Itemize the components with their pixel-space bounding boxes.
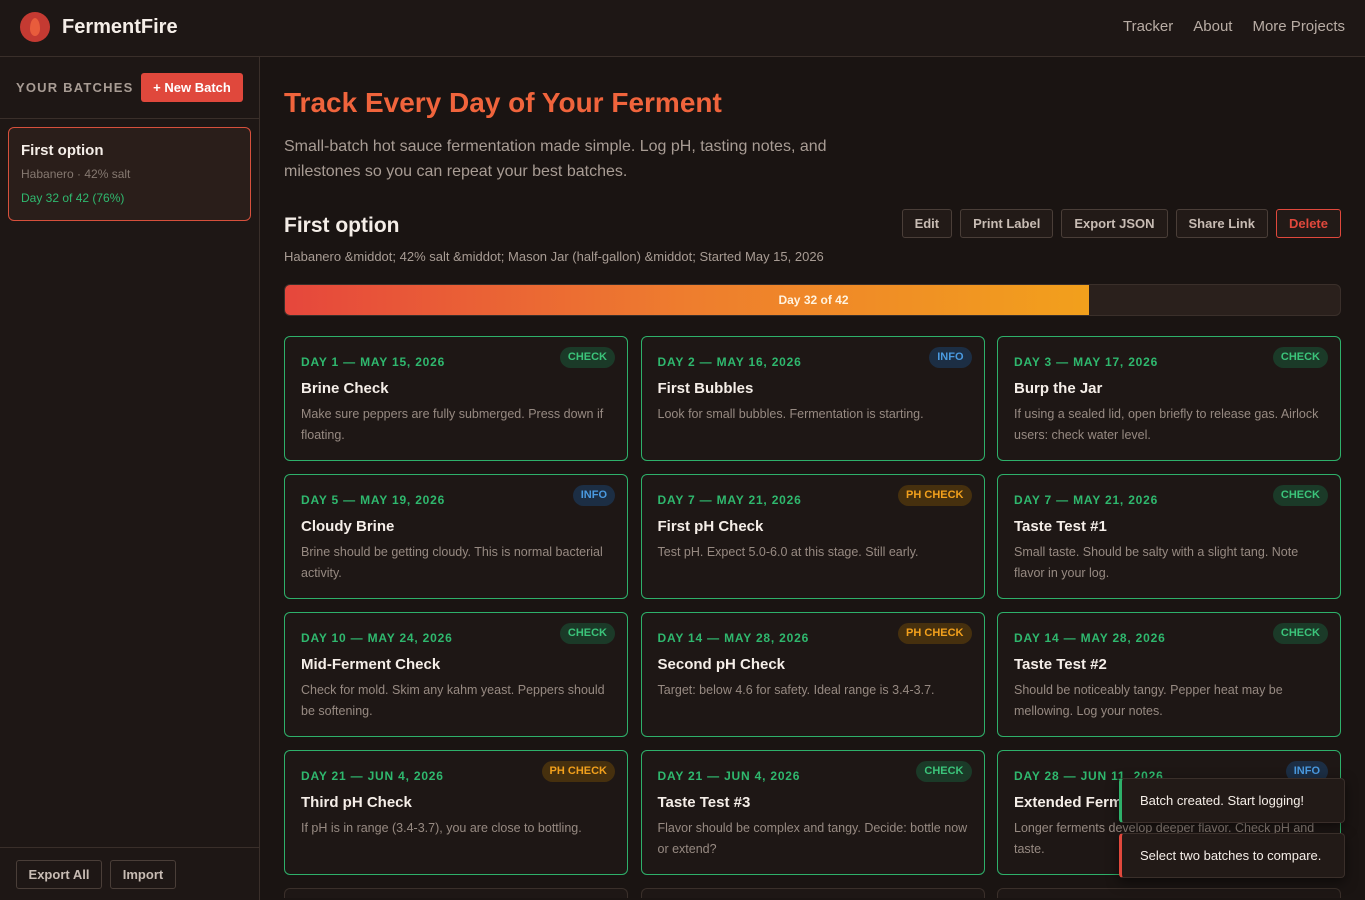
batch-item-meta: Habanero · 42% salt: [21, 167, 131, 181]
milestone-card[interactable]: INFO DAY 5 — MAY 19, 2026 Cloudy Brine Brin…: [284, 474, 628, 599]
milestone-type-badge: CHECK: [916, 761, 972, 782]
milestone-type-badge: CHECK: [1272, 347, 1328, 368]
milestone-title: Taste Test #1: [1014, 518, 1107, 535]
milestone-description: Brine should be getting cloudy. This is …: [301, 545, 603, 580]
milestone-description: Should be noticeably tangy. Pepper heat …: [1014, 683, 1283, 718]
sidebar-footer: Export All Import: [0, 847, 259, 900]
chili-logo-icon: [20, 12, 50, 42]
milestone-type-badge: CHECK: [559, 623, 615, 644]
milestone-card[interactable]: PH CHECK DAY 21 — JUN 4, 2026 Third pH Che…: [284, 750, 628, 875]
nav-more-projects[interactable]: More Projects: [1252, 18, 1345, 35]
nav-tracker[interactable]: Tracker: [1123, 18, 1173, 35]
progress-label: Day 32 of 42: [778, 293, 849, 307]
batch-progress-bar: Day 32 of 42: [284, 284, 1341, 316]
milestone-type-badge: INFO: [929, 347, 972, 368]
milestone-card[interactable]: CHECK DAY 7 — MAY 21, 2026 Taste Test #1 Sm…: [997, 474, 1341, 599]
toast-error[interactable]: Select two batches to compare.: [1119, 833, 1345, 878]
milestone-type-badge: CHECK: [1272, 623, 1328, 644]
milestone-type-badge: PH CHECK: [898, 485, 972, 506]
brand[interactable]: FermentFire: [20, 12, 178, 42]
share-link-button[interactable]: Share Link: [1175, 209, 1268, 238]
milestone-description: Check for mold. Skim any kahm yeast. Pep…: [301, 683, 605, 718]
milestone-card[interactable]: PH CHECK DAY 14 — MAY 28, 2026 Second pH C…: [640, 612, 985, 737]
milestone-title: Brine Check: [301, 380, 389, 397]
batch-actions: Edit Print Label Export JSON Share Link …: [901, 209, 1341, 238]
new-batch-button[interactable]: + New Batch: [141, 73, 243, 102]
milestone-card[interactable]: PH CHECK DAY 7 — MAY 21, 2026 First pH Che…: [640, 474, 985, 599]
hero-subtitle: Small-batch hot sauce fermentation made …: [284, 138, 827, 180]
milestone-card[interactable]: CHECK DAY 21 — JUN 4, 2026 Taste Test #3 Fl…: [640, 750, 985, 875]
export-all-button[interactable]: Export All: [16, 860, 102, 889]
milestone-type-badge: CHECK: [1272, 485, 1328, 506]
milestone-card[interactable]: CHECK DAY 10 — MAY 24, 2026 Mid-Ferment Ch…: [284, 612, 628, 737]
milestone-description: If using a sealed lid, open briefly to r…: [1014, 407, 1319, 442]
milestone-title: Second pH Check: [657, 656, 786, 673]
edit-button[interactable]: Edit: [901, 209, 953, 238]
milestone-description: Target: below 4.6 for safety. Ideal rang…: [657, 683, 935, 697]
milestone-description: If pH is in range (3.4-3.7), you are clo…: [301, 821, 582, 835]
milestone-title: Third pH Check: [301, 794, 412, 811]
milestone-date: DAY 2 — MAY 16, 2026: [657, 355, 802, 369]
sidebar-title: YOUR BATCHES: [16, 80, 134, 95]
milestone-card[interactable]: [640, 888, 985, 898]
milestone-description: Test pH. Expect 5.0-6.0 at this stage. S…: [657, 545, 919, 559]
milestone-card[interactable]: CHECK DAY 1 — MAY 15, 2026 Brine Check Make…: [284, 336, 628, 461]
milestone-description: Flavor should be complex and tangy. Deci…: [657, 821, 968, 856]
batch-item-progress: Day 32 of 42 (76%): [21, 191, 125, 205]
app-name: FermentFire: [62, 15, 178, 38]
import-button[interactable]: Import: [110, 860, 176, 889]
milestone-type-badge: CHECK: [559, 347, 615, 368]
main-content: Track Every Day of Your Ferment Small-ba…: [284, 57, 1341, 900]
batch-list-item[interactable]: First option Habanero · 42% salt Day 32 …: [8, 127, 251, 221]
milestone-description: Look for small bubbles. Fermentation is …: [657, 407, 924, 421]
nav-about[interactable]: About: [1193, 18, 1232, 35]
hero-title: Track Every Day of Your Ferment: [284, 87, 722, 118]
sidebar: YOUR BATCHES + New Batch First option Ha…: [0, 57, 260, 900]
milestone-card[interactable]: [284, 888, 628, 898]
milestone-title: Taste Test #3: [657, 794, 751, 811]
toast-success[interactable]: Batch created. Start logging!: [1119, 778, 1345, 823]
print-label-button[interactable]: Print Label: [960, 209, 1054, 238]
milestone-title: First pH Check: [657, 518, 764, 535]
sidebar-header: YOUR BATCHES + New Batch: [0, 57, 259, 119]
milestone-card[interactable]: [997, 888, 1341, 898]
milestone-card[interactable]: CHECK DAY 14 — MAY 28, 2026 Taste Test #2 S…: [997, 612, 1341, 737]
milestone-title: First Bubbles: [657, 380, 754, 397]
milestone-description: Make sure peppers are fully submerged. P…: [301, 407, 604, 442]
milestone-title: Cloudy Brine: [301, 518, 395, 535]
top-nav: Tracker About More Projects: [1123, 18, 1345, 35]
milestone-title: Burp the Jar: [1014, 380, 1103, 397]
milestone-title: Mid-Ferment Check: [301, 656, 441, 673]
batch-meta: Habanero &middot; 42% salt &middot; Maso…: [284, 249, 824, 264]
milestone-title: Taste Test #2: [1014, 656, 1107, 673]
milestone-type-badge: INFO: [572, 485, 615, 506]
milestone-card[interactable]: INFO DAY 2 — MAY 16, 2026 First Bubbles Loo…: [640, 336, 985, 461]
batch-title: First option: [284, 214, 400, 237]
delete-button[interactable]: Delete: [1275, 209, 1341, 238]
milestone-date: DAY 5 — MAY 19, 2026: [301, 493, 446, 507]
milestone-card[interactable]: CHECK DAY 3 — MAY 17, 2026 Burp the Jar If …: [997, 336, 1341, 461]
milestone-type-badge: PH CHECK: [541, 761, 615, 782]
export-json-button[interactable]: Export JSON: [1061, 209, 1168, 238]
milestone-type-badge: PH CHECK: [898, 623, 972, 644]
batch-item-name: First option: [21, 142, 104, 159]
top-bar: FermentFire Tracker About More Projects: [0, 0, 1365, 57]
milestone-description: Small taste. Should be salty with a slig…: [1014, 545, 1299, 580]
